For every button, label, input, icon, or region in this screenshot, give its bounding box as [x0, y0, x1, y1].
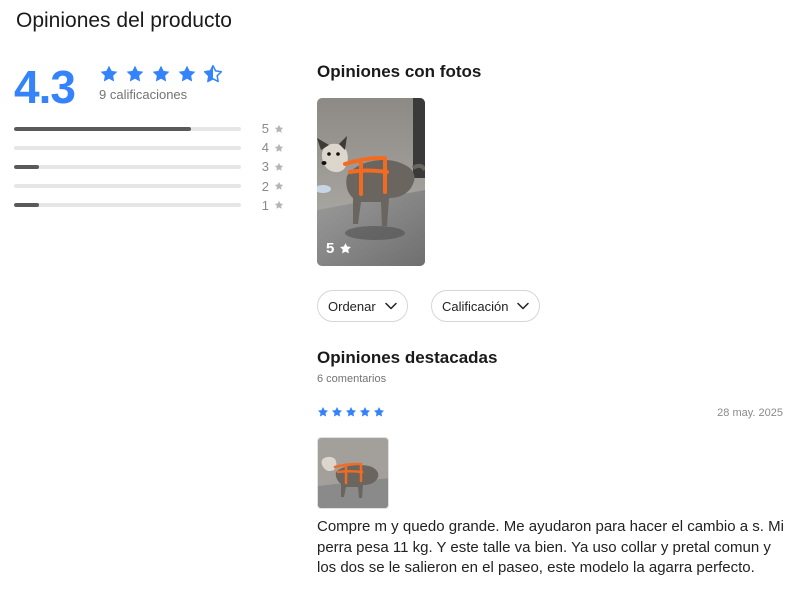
- sort-dropdown-button[interactable]: Ordenar: [317, 290, 408, 322]
- histogram-bar: [14, 164, 241, 169]
- histogram-row-5[interactable]: 5: [14, 119, 284, 138]
- star-icon: [340, 243, 352, 254]
- histogram-row-2[interactable]: 2: [14, 177, 284, 196]
- histogram-row-1[interactable]: 1: [14, 196, 284, 215]
- histogram-bar: [14, 126, 241, 131]
- star-icon: [274, 162, 284, 171]
- average-stars: [99, 64, 223, 84]
- photo-rating: 5: [326, 240, 352, 257]
- star-icon: [274, 143, 284, 152]
- review-stars: [317, 406, 385, 418]
- star-icon: [346, 407, 356, 417]
- star-icon: [318, 407, 328, 417]
- star-icon: [332, 407, 342, 417]
- comments-count: 6 comentarios: [317, 373, 387, 385]
- photo-rating-value: 5: [326, 240, 335, 257]
- star-icon: [178, 65, 196, 82]
- chevron-down-icon: [384, 302, 397, 310]
- page-title: Opiniones del producto: [16, 9, 232, 32]
- histogram-bar: [14, 203, 241, 208]
- histogram-row-3[interactable]: 3: [14, 157, 284, 176]
- dog-thumbnail-image: [318, 438, 388, 508]
- photos-section-title: Opiniones con fotos: [317, 62, 482, 81]
- rating-filter-label: Calificación: [442, 298, 509, 314]
- featured-reviews-title: Opiniones destacadas: [317, 348, 498, 367]
- star-icon: [274, 181, 284, 190]
- histogram-row-4[interactable]: 4: [14, 138, 284, 157]
- half-star-icon: [203, 64, 223, 83]
- review-text: Compre m y quedo grande. Me ayudaron par…: [317, 518, 784, 576]
- chevron-down-icon: [517, 302, 530, 310]
- review-photo-thumbnail[interactable]: [317, 437, 389, 509]
- star-icon: [274, 201, 284, 210]
- rating-filter-button[interactable]: Calificación: [431, 290, 541, 322]
- histogram-star-label: 5: [261, 121, 269, 137]
- star-icon: [374, 407, 384, 417]
- average-score: 4.3: [14, 61, 76, 113]
- rating-histogram: 5 4 3 2 1: [14, 119, 284, 215]
- star-icon: [152, 65, 170, 82]
- star-icon: [100, 65, 118, 82]
- histogram-bar-fill: [14, 203, 39, 208]
- histogram-bar: [14, 184, 241, 189]
- histogram-star-label: 2: [261, 178, 269, 194]
- histogram-bar: [14, 145, 241, 150]
- star-icon: [274, 124, 284, 133]
- star-icon: [360, 407, 370, 417]
- review-date: 28 may. 2025: [717, 407, 783, 419]
- histogram-bar-fill: [14, 126, 192, 131]
- ratings-count: 9 calificaciones: [99, 87, 188, 102]
- histogram-star-label: 1: [261, 197, 269, 213]
- histogram-bar-fill: [14, 164, 39, 169]
- histogram-star-label: 3: [261, 159, 269, 175]
- histogram-star-label: 4: [261, 140, 269, 156]
- review-photo-card[interactable]: 5: [317, 98, 425, 266]
- sort-label: Ordenar: [328, 298, 376, 314]
- star-icon: [126, 65, 144, 82]
